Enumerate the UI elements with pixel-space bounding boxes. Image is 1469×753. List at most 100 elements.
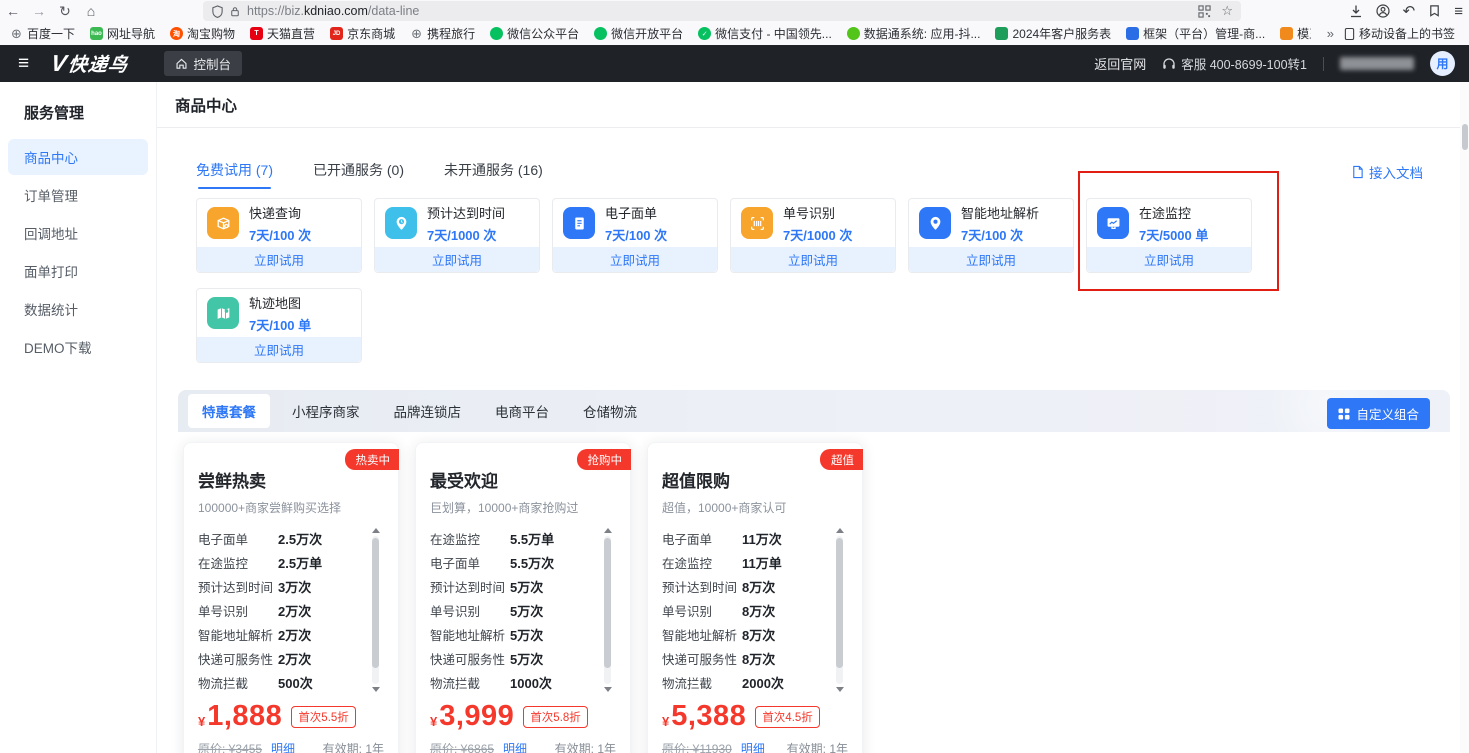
try-now-button[interactable]: 立即试用 <box>1087 247 1251 272</box>
back-to-official-site-link[interactable]: 返回官网 <box>1094 54 1146 73</box>
bookmark-item[interactable]: 淘淘宝购物 <box>170 25 235 42</box>
qr-code-icon[interactable] <box>1198 5 1211 18</box>
detail-link[interactable]: 明细 <box>503 740 527 753</box>
custom-combo-button[interactable]: 自定义组合 <box>1327 398 1430 429</box>
forward-icon[interactable]: → <box>26 3 52 19</box>
bookmark-label: 2024年客户服务表 <box>1012 25 1111 42</box>
avatar[interactable]: 用 <box>1430 51 1455 76</box>
plan-card-popular: 抢购中 最受欢迎 巨划算，10000+商家抢购过 在途监控5.5万单 电子面单5… <box>415 442 631 753</box>
plan-list-scrollbar[interactable] <box>369 528 382 692</box>
trial-card-tracking-number-recognition: 单号识别7天/1000 次 立即试用 <box>730 198 896 273</box>
plan-meta: 原价: ¥3455 明细 有效期: 1年 <box>198 740 384 753</box>
main-content: 商品中心 免费试用 (7) 已开通服务 (0) 未开通服务 (16) 接入文档 … <box>157 82 1469 753</box>
sidebar-toggle-icon[interactable]: ≡ <box>18 53 29 75</box>
scroll-up-icon[interactable] <box>836 528 844 533</box>
bookmark-item[interactable]: 微信公众平台 <box>490 25 579 42</box>
package-tab-brand-chain[interactable]: 品牌连锁店 <box>394 401 462 421</box>
tab-unopened-services[interactable]: 未开通服务 (16) <box>444 160 543 189</box>
plan-meta: 原价: ¥11930明细有效期: 1年 <box>662 740 848 753</box>
bookmark-item[interactable]: ⊕百度一下 <box>10 25 75 42</box>
plan-meta: 原价: ¥6865明细有效期: 1年 <box>430 740 616 753</box>
plan-item-value: 8万次 <box>742 625 775 644</box>
scroll-down-icon[interactable] <box>604 687 612 692</box>
plan-item-label: 在途监控 <box>662 553 742 572</box>
package-tab-ecommerce[interactable]: 电商平台 <box>495 401 549 421</box>
try-now-button[interactable]: 立即试用 <box>731 247 895 272</box>
price-amount: 5,388 <box>671 700 746 733</box>
plan-item-value: 2.5万单 <box>278 553 322 572</box>
extensions-icon[interactable] <box>1428 4 1441 18</box>
sidebar-item-waybill-print[interactable]: 面单打印 <box>0 253 156 289</box>
kdniao-logo[interactable]: V快递鸟 <box>49 50 130 77</box>
validity: 有效期: 1年 <box>323 740 384 753</box>
service-quota: 7天/100 单 <box>249 315 311 334</box>
bookmark-item[interactable]: 微信开放平台 <box>594 25 683 42</box>
detail-link[interactable]: 明细 <box>741 740 765 753</box>
integration-docs-link[interactable]: 接入文档 <box>1351 162 1423 182</box>
bookmark-item[interactable]: 框架（平台）管理-商... <box>1126 25 1265 42</box>
redacted-account-name <box>1340 57 1414 70</box>
detail-link[interactable]: 明细 <box>271 740 295 753</box>
menu-icon[interactable]: ≡ <box>1454 3 1463 20</box>
package-tab-special-offer[interactable]: 特惠套餐 <box>188 394 270 428</box>
try-now-button[interactable]: 立即试用 <box>553 247 717 272</box>
sidebar-item-data-statistics[interactable]: 数据统计 <box>0 291 156 327</box>
plan-list-scrollbar[interactable] <box>833 528 846 692</box>
scroll-down-icon[interactable] <box>836 687 844 692</box>
plan-card-starter: 热卖中 尝鲜热卖 100000+商家尝鲜购买选择 电子面单2.5万次 在途监控2… <box>183 442 399 753</box>
original-price: 原价: ¥3455 <box>198 740 262 753</box>
map-pin-icon <box>919 207 951 239</box>
downloads-icon[interactable] <box>1349 4 1363 18</box>
site-favicon: hao <box>90 27 103 40</box>
sidebar-item-order-management[interactable]: 订单管理 <box>0 177 156 213</box>
bookmark-item[interactable]: 模王系统准备资料 - P... <box>1280 25 1311 42</box>
bookmark-label: 微信支付 - 中国领先... <box>715 25 832 42</box>
service-quota: 7天/100 次 <box>605 225 667 244</box>
package-tab-warehouse-logistics[interactable]: 仓储物流 <box>583 401 637 421</box>
try-now-button[interactable]: 立即试用 <box>375 247 539 272</box>
plan-item-label: 电子面单 <box>430 553 510 572</box>
bookmark-star-icon[interactable]: ☆ <box>1221 3 1233 19</box>
plan-item: 电子面单2.5万次 <box>198 526 362 550</box>
home-icon[interactable]: ⌂ <box>78 3 104 19</box>
scrollbar-thumb[interactable] <box>1462 124 1468 150</box>
plan-list-scrollbar[interactable] <box>601 528 614 692</box>
sidebar-item-product-center[interactable]: 商品中心 <box>8 139 148 175</box>
sidebar-item-demo-download[interactable]: DEMO下载 <box>0 329 156 365</box>
page-scrollbar[interactable] <box>1460 82 1469 753</box>
bookmark-item[interactable]: ✓微信支付 - 中国领先... <box>698 25 832 42</box>
bookmark-item[interactable]: ⊕携程旅行 <box>410 25 475 42</box>
bookmark-item[interactable]: T天猫直营 <box>250 25 315 42</box>
reload-icon[interactable]: ↻ <box>52 3 78 20</box>
scroll-up-icon[interactable] <box>604 528 612 533</box>
plan-item-value: 5万次 <box>510 625 543 644</box>
bookmarks-overflow-chevron[interactable]: » <box>1327 26 1334 41</box>
address-bar[interactable]: https://biz.kdniao.com/data-line ☆ <box>203 1 1241 21</box>
undo-arrow-icon[interactable]: ↶ <box>1403 2 1416 20</box>
try-now-button[interactable]: 立即试用 <box>909 247 1073 272</box>
back-icon[interactable]: ← <box>0 3 26 19</box>
plan-item: 智能地址解析5万次 <box>430 622 594 646</box>
bookmark-item[interactable]: hao网址导航 <box>90 25 155 42</box>
plan-item-value: 5万次 <box>510 577 543 596</box>
mobile-bookmarks[interactable]: 移动设备上的书签 <box>1344 25 1455 42</box>
bookmark-item[interactable]: 2024年客户服务表 <box>995 25 1111 42</box>
tab-free-trial[interactable]: 免费试用 (7) <box>196 160 273 189</box>
plan-price: ¥1,888首次5.5折 <box>198 700 384 733</box>
plan-item-label: 智能地址解析 <box>662 625 742 644</box>
package-tab-mini-program[interactable]: 小程序商家 <box>292 401 360 421</box>
customer-service: 客服 400-8699-100转1 <box>1162 54 1307 73</box>
try-now-button[interactable]: 立即试用 <box>197 247 361 272</box>
plan-item-list: 电子面单2.5万次 在途监控2.5万单 预计达到时间3万次 单号识别2万次 智能… <box>198 526 384 694</box>
account-icon[interactable] <box>1376 4 1390 18</box>
service-quota: 7天/1000 次 <box>783 225 852 244</box>
sidebar-item-callback-address[interactable]: 回调地址 <box>0 215 156 251</box>
tab-opened-services[interactable]: 已开通服务 (0) <box>313 160 404 189</box>
scroll-up-icon[interactable] <box>372 528 380 533</box>
console-button[interactable]: 控制台 <box>164 51 242 76</box>
trial-card-track-map: 轨迹地图7天/100 单 立即试用 <box>196 288 362 363</box>
bookmark-item[interactable]: JD京东商城 <box>330 25 395 42</box>
try-now-button[interactable]: 立即试用 <box>197 337 361 362</box>
bookmark-item[interactable]: 数据通系统: 应用-抖... <box>847 25 981 42</box>
scroll-down-icon[interactable] <box>372 687 380 692</box>
